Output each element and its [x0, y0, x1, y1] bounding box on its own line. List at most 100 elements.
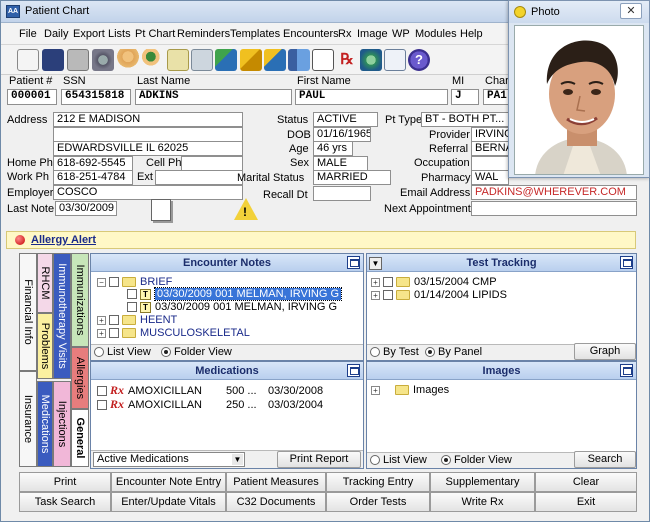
tab-allergies[interactable]: Allergies [71, 347, 89, 409]
help-icon[interactable]: ? [408, 49, 430, 71]
tree-item-musculoskeletal[interactable]: + MUSCULOSKELETAL [97, 327, 250, 340]
marital-status-field[interactable]: MARRIED [313, 170, 391, 185]
menu-wp[interactable]: WP [392, 28, 410, 40]
collapse-icon[interactable]: − [97, 277, 106, 287]
expand-icon[interactable]: + [371, 277, 380, 287]
checkbox[interactable] [97, 386, 107, 397]
menu-image[interactable]: Image [357, 28, 388, 40]
exit-button[interactable]: Exit [535, 492, 637, 512]
employer-field[interactable]: COSCO [53, 185, 243, 200]
people-icon[interactable] [288, 49, 310, 71]
age-field[interactable]: 46 yrs [313, 141, 353, 156]
medication-row[interactable]: Rx AMOXICILLAN 500 ... 03/30/2008 [97, 384, 323, 397]
menu-daily[interactable]: Daily [44, 28, 68, 40]
first-name-field[interactable]: PAUL [295, 89, 448, 105]
patient-number-field[interactable]: 000001 [7, 89, 57, 105]
menu-lists[interactable]: Lists [108, 28, 131, 40]
test-item[interactable]: +03/15/2004 CMP [371, 276, 497, 289]
expand-icon[interactable]: + [97, 315, 106, 325]
ssn-field[interactable]: 654315818 [61, 89, 131, 105]
tab-immunizations[interactable]: Immunizations [71, 253, 89, 347]
tab-problems[interactable]: Problems [37, 313, 53, 379]
test-item[interactable]: +01/14/2004 LIPIDS [371, 289, 507, 302]
tab-rhcm[interactable]: RHCM [37, 253, 53, 313]
menu-export[interactable]: Export [73, 28, 105, 40]
last-name-field[interactable]: ADKINS [135, 89, 292, 105]
checkbox[interactable] [383, 277, 393, 288]
checkbox[interactable] [109, 277, 119, 288]
image-folder-item[interactable]: + Images [371, 384, 449, 397]
occupation-field[interactable] [471, 156, 509, 171]
add-user-icon[interactable] [142, 49, 164, 71]
dropdown-arrow-icon[interactable]: ▼ [232, 454, 243, 465]
mail-icon[interactable] [384, 49, 406, 71]
dropdown-arrow-icon[interactable]: ▼ [369, 257, 382, 270]
pt-type-field[interactable]: BT - BOTH PT... [421, 112, 509, 127]
pharmacy-field[interactable]: WAL [471, 170, 509, 185]
by-panel-radio[interactable]: By Panel [425, 346, 482, 358]
recall-date-field[interactable] [313, 186, 371, 201]
encounter-note-entry-button[interactable]: Encounter Note Entry [111, 472, 226, 492]
tab-medications[interactable]: Medications [37, 381, 53, 467]
tab-injections[interactable]: Injections [53, 381, 71, 467]
order-tests-button[interactable]: Order Tests [326, 492, 430, 512]
tab-general[interactable]: General [71, 409, 89, 467]
enter-update-vitals-button[interactable]: Enter/Update Vitals [111, 492, 226, 512]
allergy-alert-link[interactable]: Allergy Alert [31, 234, 96, 246]
last-note-field[interactable]: 03/30/2009 [55, 201, 117, 216]
notepad-icon[interactable] [167, 49, 189, 71]
menu-file[interactable]: File [19, 28, 37, 40]
maximize-icon[interactable] [620, 364, 633, 377]
menu-modules[interactable]: Modules [415, 28, 457, 40]
maximize-icon[interactable] [347, 364, 360, 377]
medication-filter-select[interactable]: Active Medications ▼ [93, 452, 245, 467]
referral-field[interactable]: BERNAR [471, 141, 509, 156]
menu-help[interactable]: Help [460, 28, 483, 40]
menu-reminders[interactable]: Reminders [177, 28, 230, 40]
expand-icon[interactable]: + [97, 328, 106, 338]
address-line1-field[interactable]: 212 E MADISON [53, 112, 243, 127]
checkbox[interactable] [127, 289, 137, 300]
clear-button[interactable]: Clear [535, 472, 637, 492]
by-test-radio[interactable]: By Test [370, 346, 419, 358]
next-appointment-field[interactable] [471, 201, 637, 216]
pin-icon[interactable] [240, 49, 262, 71]
list-view-radio[interactable]: List View [370, 454, 427, 466]
clipboard-icon[interactable] [191, 49, 213, 71]
maximize-icon[interactable] [620, 256, 633, 269]
home-phone-field[interactable]: 618-692-5545 [53, 156, 133, 171]
checkbox[interactable] [97, 400, 107, 411]
checkbox[interactable] [383, 290, 393, 301]
printer-icon[interactable] [67, 49, 89, 71]
tree-item-heent[interactable]: + HEENT [97, 314, 177, 327]
medication-row[interactable]: Rx AMOXICILLAN 250 ... 03/03/2004 [97, 398, 323, 411]
ext-field[interactable] [155, 170, 243, 185]
tree-item-note[interactable]: T 03/30/2009 001 MELMAN, IRVING G [127, 301, 337, 314]
menu-encounters[interactable]: Encounters [283, 28, 339, 40]
cell-phone-field[interactable] [181, 156, 243, 171]
maximize-icon[interactable] [347, 256, 360, 269]
city-state-zip-field[interactable]: EDWARDSVILLE IL 62025 [53, 141, 243, 156]
print-button[interactable]: Print [19, 472, 111, 492]
graph-button[interactable]: Graph [574, 343, 636, 360]
mi-field[interactable]: J [451, 89, 479, 105]
transfer-icon[interactable] [264, 49, 286, 71]
tab-immunotherapy-visits[interactable]: Immunotherapy Visits [53, 253, 71, 379]
write-rx-button[interactable]: Write Rx [430, 492, 535, 512]
gear-icon[interactable] [92, 49, 114, 71]
user-icon[interactable] [117, 49, 139, 71]
supplementary-button[interactable]: Supplementary [430, 472, 535, 492]
folder-view-radio[interactable]: Folder View [161, 346, 232, 358]
email-field[interactable]: PADKINS@WHEREVER.COM [471, 185, 637, 200]
rx-icon[interactable]: ℞ [336, 49, 358, 71]
sex-field[interactable]: MALE [313, 156, 368, 171]
search-button[interactable]: Search [574, 451, 636, 468]
chart-icon[interactable] [215, 49, 237, 71]
tracking-entry-button[interactable]: Tracking Entry [326, 472, 430, 492]
patient-measures-button[interactable]: Patient Measures [226, 472, 326, 492]
menu-rx[interactable]: Rx [338, 28, 351, 40]
tree-item-note[interactable]: T 03/30/2009 001 MELMAN, IRVING G [127, 287, 342, 301]
expand-icon[interactable]: + [371, 385, 380, 395]
list-view-radio[interactable]: List View [94, 346, 151, 358]
folder-view-radio[interactable]: Folder View [441, 454, 512, 466]
